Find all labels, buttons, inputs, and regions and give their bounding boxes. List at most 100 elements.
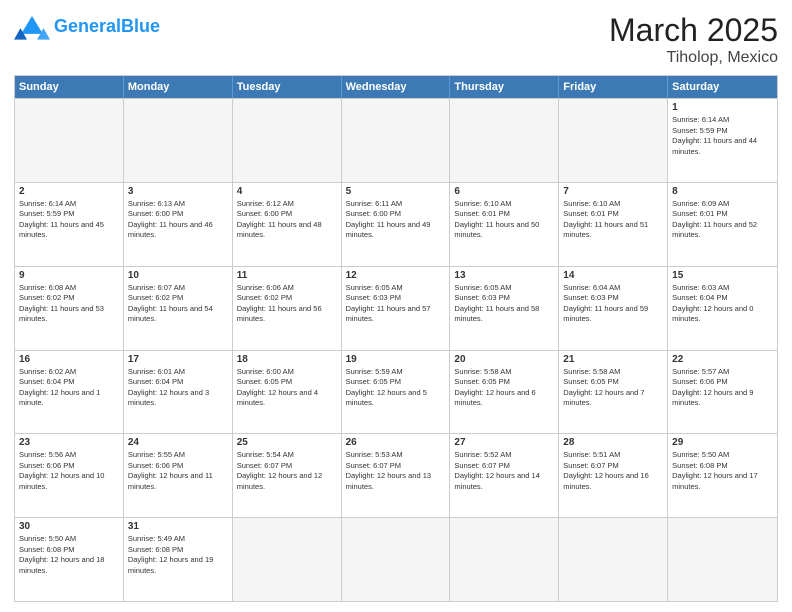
- cell-info: Sunrise: 5:53 AM Sunset: 6:07 PM Dayligh…: [346, 450, 446, 492]
- calendar-body: 1 Sunrise: 6:14 AM Sunset: 5:59 PM Daylig…: [15, 98, 777, 601]
- cell-info: Sunrise: 5:58 AM Sunset: 6:05 PM Dayligh…: [563, 367, 663, 409]
- cell-info: Sunrise: 5:55 AM Sunset: 6:06 PM Dayligh…: [128, 450, 228, 492]
- day-number: 20: [454, 354, 554, 365]
- calendar-cell: 10 Sunrise: 6:07 AM Sunset: 6:02 PM Dayli…: [124, 267, 233, 350]
- calendar-cell: 25Sunrise: 5:54 AM Sunset: 6:07 PM Dayli…: [233, 434, 342, 517]
- calendar-header: SundayMondayTuesdayWednesdayThursdayFrid…: [15, 76, 777, 98]
- calendar-row-5: 30Sunrise: 5:50 AM Sunset: 6:08 PM Dayli…: [15, 517, 777, 601]
- day-number: 7: [563, 186, 663, 197]
- calendar-cell: 27Sunrise: 5:52 AM Sunset: 6:07 PM Dayli…: [450, 434, 559, 517]
- calendar-cell: [124, 99, 233, 182]
- day-number: 6: [454, 186, 554, 197]
- day-number: 31: [128, 521, 228, 532]
- cell-info: Sunrise: 6:05 AM Sunset: 6:03 PM Dayligh…: [346, 283, 446, 325]
- title-block: March 2025 Tiholop, Mexico: [609, 12, 778, 67]
- cell-info: Sunrise: 6:05 AM Sunset: 6:03 PM Dayligh…: [454, 283, 554, 325]
- header-day-monday: Monday: [124, 76, 233, 98]
- cell-info: Sunrise: 6:06 AM Sunset: 6:02 PM Dayligh…: [237, 283, 337, 325]
- day-number: 12: [346, 270, 446, 281]
- calendar-cell: 3 Sunrise: 6:13 AM Sunset: 6:00 PM Daylig…: [124, 183, 233, 266]
- day-number: 29: [672, 437, 773, 448]
- header: GeneralBlue March 2025 Tiholop, Mexico: [14, 12, 778, 67]
- subtitle: Tiholop, Mexico: [609, 49, 778, 67]
- cell-info: Sunrise: 5:54 AM Sunset: 6:07 PM Dayligh…: [237, 450, 337, 492]
- calendar-cell: [15, 99, 124, 182]
- logo-general: General: [54, 16, 121, 36]
- calendar-cell: 11 Sunrise: 6:06 AM Sunset: 6:02 PM Dayli…: [233, 267, 342, 350]
- day-number: 9: [19, 270, 119, 281]
- cell-info: Sunrise: 6:14 AM Sunset: 5:59 PM Dayligh…: [19, 199, 119, 241]
- day-number: 3: [128, 186, 228, 197]
- calendar-cell: 19 Sunrise: 5:59 AM Sunset: 6:05 PM Dayli…: [342, 351, 451, 434]
- logo-text: GeneralBlue: [54, 17, 160, 35]
- calendar: SundayMondayTuesdayWednesdayThursdayFrid…: [14, 75, 778, 602]
- calendar-cell: 15Sunrise: 6:03 AM Sunset: 6:04 PM Dayli…: [668, 267, 777, 350]
- calendar-row-1: 2 Sunrise: 6:14 AM Sunset: 5:59 PM Daylig…: [15, 182, 777, 266]
- header-day-tuesday: Tuesday: [233, 76, 342, 98]
- cell-info: Sunrise: 5:50 AM Sunset: 6:08 PM Dayligh…: [672, 450, 773, 492]
- cell-info: Sunrise: 6:13 AM Sunset: 6:00 PM Dayligh…: [128, 199, 228, 241]
- calendar-cell: 29 Sunrise: 5:50 AM Sunset: 6:08 PM Dayli…: [668, 434, 777, 517]
- day-number: 19: [346, 354, 446, 365]
- calendar-cell: 20 Sunrise: 5:58 AM Sunset: 6:05 PM Dayli…: [450, 351, 559, 434]
- calendar-row-4: 23Sunrise: 5:56 AM Sunset: 6:06 PM Dayli…: [15, 433, 777, 517]
- cell-info: Sunrise: 6:09 AM Sunset: 6:01 PM Dayligh…: [672, 199, 773, 241]
- calendar-cell: 28 Sunrise: 5:51 AM Sunset: 6:07 PM Dayli…: [559, 434, 668, 517]
- calendar-cell: 13 Sunrise: 6:05 AM Sunset: 6:03 PM Dayli…: [450, 267, 559, 350]
- day-number: 11: [237, 270, 337, 281]
- cell-info: Sunrise: 6:07 AM Sunset: 6:02 PM Dayligh…: [128, 283, 228, 325]
- cell-info: Sunrise: 5:51 AM Sunset: 6:07 PM Dayligh…: [563, 450, 663, 492]
- day-number: 22: [672, 354, 773, 365]
- day-number: 10: [128, 270, 228, 281]
- day-number: 28: [563, 437, 663, 448]
- calendar-cell: 5Sunrise: 6:11 AM Sunset: 6:00 PM Daylig…: [342, 183, 451, 266]
- cell-info: Sunrise: 5:59 AM Sunset: 6:05 PM Dayligh…: [346, 367, 446, 409]
- header-day-wednesday: Wednesday: [342, 76, 451, 98]
- logo-icon: [14, 12, 50, 40]
- day-number: 14: [563, 270, 663, 281]
- header-day-thursday: Thursday: [450, 76, 559, 98]
- cell-info: Sunrise: 6:08 AM Sunset: 6:02 PM Dayligh…: [19, 283, 119, 325]
- cell-info: Sunrise: 5:49 AM Sunset: 6:08 PM Dayligh…: [128, 534, 228, 576]
- calendar-cell: 31 Sunrise: 5:49 AM Sunset: 6:08 PM Dayli…: [124, 518, 233, 601]
- cell-info: Sunrise: 6:10 AM Sunset: 6:01 PM Dayligh…: [454, 199, 554, 241]
- calendar-cell: [233, 99, 342, 182]
- calendar-cell: [668, 518, 777, 601]
- cell-info: Sunrise: 6:02 AM Sunset: 6:04 PM Dayligh…: [19, 367, 119, 409]
- day-number: 4: [237, 186, 337, 197]
- day-number: 26: [346, 437, 446, 448]
- day-number: 16: [19, 354, 119, 365]
- day-number: 13: [454, 270, 554, 281]
- calendar-cell: 21 Sunrise: 5:58 AM Sunset: 6:05 PM Dayli…: [559, 351, 668, 434]
- calendar-cell: 7Sunrise: 6:10 AM Sunset: 6:01 PM Daylig…: [559, 183, 668, 266]
- calendar-row-0: 1Sunrise: 6:14 AM Sunset: 5:59 PM Daylig…: [15, 98, 777, 182]
- calendar-cell: [559, 518, 668, 601]
- logo-blue: Blue: [121, 16, 160, 36]
- day-number: 30: [19, 521, 119, 532]
- header-day-friday: Friday: [559, 76, 668, 98]
- calendar-row-3: 16 Sunrise: 6:02 AM Sunset: 6:04 PM Dayli…: [15, 350, 777, 434]
- cell-info: Sunrise: 5:52 AM Sunset: 6:07 PM Dayligh…: [454, 450, 554, 492]
- calendar-cell: 18 Sunrise: 6:00 AM Sunset: 6:05 PM Dayli…: [233, 351, 342, 434]
- day-number: 21: [563, 354, 663, 365]
- page: GeneralBlue March 2025 Tiholop, Mexico S…: [0, 0, 792, 612]
- calendar-cell: 14Sunrise: 6:04 AM Sunset: 6:03 PM Dayli…: [559, 267, 668, 350]
- cell-info: Sunrise: 5:58 AM Sunset: 6:05 PM Dayligh…: [454, 367, 554, 409]
- day-number: 23: [19, 437, 119, 448]
- calendar-cell: [559, 99, 668, 182]
- day-number: 2: [19, 186, 119, 197]
- calendar-cell: 6 Sunrise: 6:10 AM Sunset: 6:01 PM Daylig…: [450, 183, 559, 266]
- calendar-cell: 1Sunrise: 6:14 AM Sunset: 5:59 PM Daylig…: [668, 99, 777, 182]
- cell-info: Sunrise: 6:01 AM Sunset: 6:04 PM Dayligh…: [128, 367, 228, 409]
- cell-info: Sunrise: 6:12 AM Sunset: 6:00 PM Dayligh…: [237, 199, 337, 241]
- calendar-cell: 8Sunrise: 6:09 AM Sunset: 6:01 PM Daylig…: [668, 183, 777, 266]
- day-number: 18: [237, 354, 337, 365]
- day-number: 1: [672, 102, 773, 113]
- cell-info: Sunrise: 6:00 AM Sunset: 6:05 PM Dayligh…: [237, 367, 337, 409]
- day-number: 17: [128, 354, 228, 365]
- calendar-cell: 22Sunrise: 5:57 AM Sunset: 6:06 PM Dayli…: [668, 351, 777, 434]
- calendar-cell: [342, 99, 451, 182]
- cell-info: Sunrise: 6:03 AM Sunset: 6:04 PM Dayligh…: [672, 283, 773, 325]
- header-day-saturday: Saturday: [668, 76, 777, 98]
- calendar-cell: 30Sunrise: 5:50 AM Sunset: 6:08 PM Dayli…: [15, 518, 124, 601]
